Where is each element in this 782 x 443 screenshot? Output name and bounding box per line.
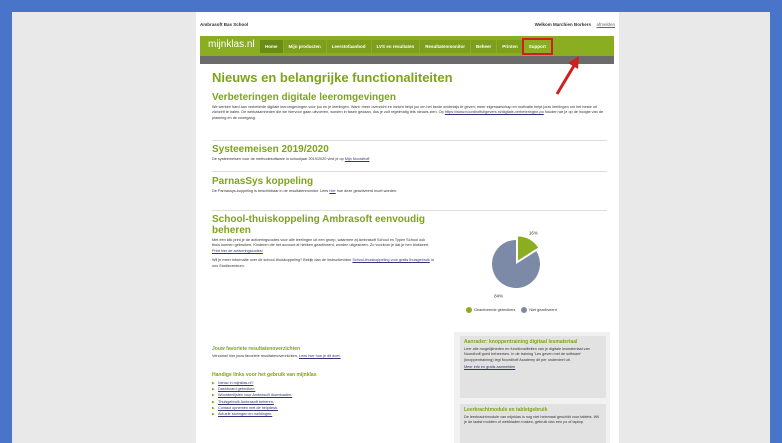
text: De Parnassys-koppeling is beschikbaar in… — [212, 189, 329, 193]
mijn-noordhoff-link[interactable]: Mijn Noordhoff — [345, 157, 370, 161]
divider — [212, 140, 607, 141]
hier-link[interactable]: hier — [329, 189, 335, 193]
link-thuisgebruik[interactable]: Thuisgebruik Ambrasoft beheren. — [218, 400, 274, 404]
nav-home[interactable]: Home — [260, 40, 283, 53]
pie-label-1: 84% — [494, 294, 503, 299]
legend-label-activated: Geactiveerde gebruikers — [474, 308, 516, 312]
activation-pie-chart: 16% 84% — [492, 230, 540, 299]
link-storingen[interactable]: Actuele storingen en meldingen. — [218, 412, 272, 416]
chart-legend: Geactiveerde gebruikers Niet geactiveerd — [466, 307, 557, 313]
noordhoff-link[interactable]: https://www.noordhoffuitgevers.nl/digita… — [445, 110, 544, 114]
nav-support[interactable]: Support — [521, 38, 554, 55]
left-column: Jouw favoriete resultatenoverzichten Ver… — [204, 332, 454, 443]
text: hoe deze geactiveerd moet worden. — [336, 189, 398, 193]
legend-swatch-activated — [466, 307, 472, 313]
lower-section: Jouw favoriete resultatenoverzichten Ver… — [204, 332, 610, 443]
page-title: Nieuws en belangrijke functionaliteiten — [212, 70, 453, 85]
nav-printen[interactable]: Printen — [497, 40, 523, 53]
training-text: Leer alle mogelijkheden en functionalite… — [464, 347, 590, 362]
section-title: School-thuiskoppeling Ambrasoft eenvoudi… — [212, 214, 425, 236]
section-verbeteringen: Verbeteringen digitale leeromgevingen We… — [212, 92, 607, 121]
section-title: ParnasSys koppeling — [212, 176, 314, 187]
text: Wil je meer informatie over de school-th… — [212, 258, 352, 263]
main-content: Nieuws en belangrijke functionaliteiten … — [212, 70, 607, 268]
training-box: Aanrader: knoppentraining digitaal lesma… — [460, 336, 606, 398]
instructievideo-link[interactable]: School-thuiskoppeling voor gratis thuisg… — [352, 258, 429, 262]
nav-resultatenmonitor[interactable]: Resultatenmonitor — [420, 40, 470, 53]
welcome-text: Welkom Marchien Borkers — [534, 22, 591, 27]
section-text: Met één klik print je de activeringscode… — [212, 238, 434, 254]
text: Met één klik print je de activeringscode… — [212, 238, 430, 248]
section-systeemeisen: Systeemeisen 2019/2020 De systeemeisen v… — [212, 144, 607, 162]
favorites-text: Verzamel hier jouw favoriete resultateno… — [212, 354, 448, 359]
print-codes-link[interactable]: Print hier de activeringscodes! — [212, 249, 263, 253]
red-arrow-annotation — [555, 56, 579, 95]
tablet-text: De leerkrachtmodule van mijnklas is nog … — [464, 415, 599, 425]
section-parnassys: ParnasSys koppeling De Parnassys-koppeli… — [212, 176, 607, 194]
nav-mijn-producten[interactable]: Mijn producten — [283, 40, 326, 53]
tablet-title: Leerkrachtmodule en tabletgebruik — [464, 407, 548, 413]
link-dashboard[interactable]: Dashboard gebruiken. — [218, 387, 255, 391]
training-link[interactable]: Meer info en gratis aanmelden — [464, 365, 602, 370]
section-text: We werken hard aan verbeterde digitale l… — [212, 105, 607, 121]
section-text: De systeemeisen voor de methodesoftware … — [212, 157, 607, 162]
divider — [212, 210, 607, 211]
divider — [212, 171, 607, 172]
favorites-link[interactable]: Lees hier hoe je dit doet. — [299, 354, 341, 358]
main-nav: mijnklas.nl Home Mijn producten Leerstof… — [200, 36, 614, 56]
section-text: De Parnassys-koppeling is beschikbaar in… — [212, 189, 607, 194]
legend-label-not-activated: Niet geactiveerd — [529, 308, 557, 312]
links-list: Nieuw in mijnklas.nl? Dashboard gebruike… — [212, 380, 448, 417]
nav-beheer[interactable]: Beheer — [470, 40, 497, 53]
nav-lvs-resultaten[interactable]: LVS en resultaten — [371, 40, 420, 53]
section-title: Verbeteringen digitale leeromgevingen — [212, 92, 396, 103]
favorites-block: Jouw favoriete resultatenoverzichten Ver… — [212, 346, 448, 359]
links-title: Handige links voor het gebruik van mijnk… — [212, 372, 317, 378]
nav-leerstofaanbod[interactable]: Leerstofaanbod — [326, 40, 371, 53]
text: De systeemeisen voor de methodesoftware … — [212, 157, 344, 161]
link-helpdesk[interactable]: Contact opnemen met de helpdesk. — [218, 406, 278, 410]
logo[interactable]: mijnklas.nl — [208, 39, 255, 50]
tablet-box: Leerkrachtmodule en tabletgebruik De lee… — [460, 404, 606, 443]
screenshot-frame: Ambrasoft Bas School Welkom Marchien Bor… — [12, 12, 770, 443]
link-woordenlijsten[interactable]: Woordenlijsten voor Ambrasoft downloaden… — [218, 393, 292, 397]
school-name: Ambrasoft Bas School — [200, 22, 249, 27]
top-bar: Ambrasoft Bas School Welkom Marchien Bor… — [200, 20, 615, 30]
sub-nav-bar — [200, 56, 614, 64]
pie-label-0: 16% — [529, 230, 538, 235]
logout-link[interactable]: afmelden — [596, 22, 615, 27]
links-block: Handige links voor het gebruik van mijnk… — [212, 372, 448, 417]
link-nieuw[interactable]: Nieuw in mijnklas.nl? — [218, 381, 253, 385]
section-school-thuis: School-thuiskoppeling Ambrasoft eenvoudi… — [212, 214, 434, 269]
list-item[interactable]: Actuele storingen en meldingen. — [212, 411, 448, 417]
training-title: Aanrader: knoppentraining digitaal lesma… — [464, 339, 578, 345]
favorites-title: Jouw favoriete resultatenoverzichten — [212, 346, 301, 352]
section-text-2: Wil je meer informatie over de school-th… — [212, 258, 434, 269]
section-title: Systeemeisen 2019/2020 — [212, 144, 329, 155]
legend-swatch-not-activated — [521, 307, 528, 313]
text: Verzamel hier jouw favoriete resultateno… — [212, 354, 298, 358]
